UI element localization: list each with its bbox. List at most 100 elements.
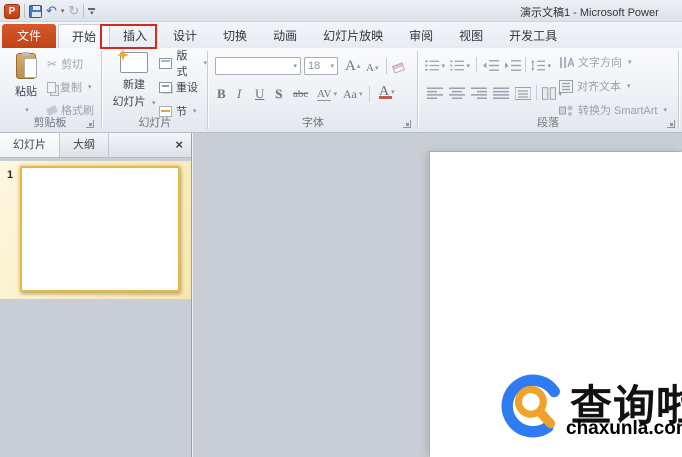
numbering-button[interactable]: ▾	[450, 56, 470, 75]
grow-font-label: A	[345, 58, 356, 75]
dialog-launcher-icon[interactable]	[403, 120, 411, 128]
decrease-indent-button[interactable]	[481, 56, 501, 75]
text-shadow-button[interactable]: S	[275, 85, 282, 103]
dialog-launcher-icon[interactable]	[667, 120, 675, 128]
align-text-button[interactable]: 对齐文本 ▾	[559, 77, 631, 95]
text-direction-button[interactable]: 文字方向 ▾	[559, 53, 632, 71]
clear-formatting-button[interactable]	[393, 59, 404, 77]
font-size-value: 18	[308, 60, 320, 72]
underline-button[interactable]: U	[255, 85, 264, 103]
distribute-text-button[interactable]	[513, 84, 533, 103]
panel-tab-outline[interactable]: 大纲	[60, 133, 109, 157]
font-group: ▾ 18 ▾ A ▴ A ▾ B I	[209, 48, 417, 132]
panel-tab-slides[interactable]: 幻灯片	[0, 133, 60, 157]
font-size-select[interactable]: 18 ▾	[304, 57, 338, 75]
align-left-icon	[427, 87, 443, 100]
chevron-down-icon: ▾	[391, 88, 395, 96]
chevron-down-icon: ▾	[25, 107, 29, 114]
align-left-button[interactable]	[425, 84, 445, 103]
cut-label: 剪切	[61, 56, 83, 72]
layout-button[interactable]: 版式 ▾	[159, 53, 207, 73]
change-case-label: Aa	[343, 87, 357, 102]
undo-icon[interactable]: ↶	[46, 4, 57, 18]
chevron-down-icon[interactable]: ▾	[330, 62, 334, 70]
panel-tabs: 幻灯片 大纲	[0, 133, 191, 158]
tab-review[interactable]: 审阅	[396, 24, 446, 48]
button-divider	[536, 85, 537, 100]
powerpoint-window: P ↶ ▾ ↻ ▾ 演示文稿1 - Microsoft Power 文件 开始 …	[0, 0, 682, 457]
slide-thumbnail-cell[interactable]: 1	[0, 161, 191, 299]
line-spacing-button[interactable]: ▾	[531, 56, 551, 75]
chevron-down-icon: ▾	[359, 90, 363, 98]
grow-font-button[interactable]: A ▴	[345, 57, 360, 75]
font-group-label: 字体	[209, 114, 417, 130]
bold-button[interactable]: B	[217, 85, 226, 103]
character-spacing-button[interactable]: AV ▾	[317, 85, 337, 103]
underline-label: U	[255, 86, 264, 102]
button-divider	[525, 57, 526, 72]
line-spacing-icon	[531, 59, 545, 72]
change-case-button[interactable]: Aa ▾	[343, 85, 363, 103]
align-right-button[interactable]	[469, 84, 489, 103]
up-arrow-icon: ▴	[357, 62, 361, 70]
save-icon[interactable]	[29, 5, 42, 18]
clipboard-group-label: 剪贴板	[0, 114, 100, 130]
font-color-button[interactable]: A ▾	[379, 83, 395, 101]
chevron-down-icon: ▾	[333, 90, 337, 98]
reset-button[interactable]: 重设	[159, 77, 198, 97]
down-arrow-icon: ▾	[375, 64, 379, 72]
tab-slideshow[interactable]: 幻灯片放映	[310, 24, 396, 48]
close-icon[interactable]: ×	[175, 137, 183, 153]
group-divider	[417, 51, 418, 129]
button-divider	[476, 57, 477, 72]
bullets-icon	[425, 59, 439, 72]
clipboard-group: 粘贴 ▾ ✂ 剪切 复制 ▾ 格式刷 剪贴板	[0, 48, 100, 132]
button-divider	[369, 86, 370, 102]
chevron-down-icon: ▾	[466, 62, 470, 70]
copy-button[interactable]: 复制 ▾	[47, 78, 92, 96]
strikethrough-label: abc	[293, 88, 308, 100]
layout-icon	[159, 58, 172, 69]
tab-design[interactable]: 设计	[160, 24, 210, 48]
paragraph-group-label: 段落	[419, 114, 677, 130]
italic-button[interactable]: I	[237, 85, 241, 103]
group-divider	[101, 51, 102, 129]
tab-view[interactable]: 视图	[446, 24, 496, 48]
tab-transitions[interactable]: 切换	[210, 24, 260, 48]
tab-developer[interactable]: 开发工具	[496, 24, 570, 48]
shrink-font-button[interactable]: A ▾	[366, 59, 378, 77]
copy-label: 复制	[60, 79, 82, 95]
powerpoint-app-icon[interactable]: P	[4, 4, 20, 19]
redo-icon: ↻	[68, 4, 79, 18]
window-title: 演示文稿1 - Microsoft Power	[520, 4, 659, 20]
font-name-select[interactable]: ▾	[215, 57, 301, 75]
strikethrough-button[interactable]: abc	[293, 85, 308, 103]
button-divider	[386, 58, 387, 74]
shrink-font-label: A	[366, 62, 374, 74]
tab-animations[interactable]: 动画	[260, 24, 310, 48]
justify-button[interactable]	[491, 84, 511, 103]
chevron-down-icon: ▾	[152, 100, 156, 107]
quick-access-toolbar: P ↶ ▾ ↻ ▾	[4, 2, 95, 20]
bold-label: B	[217, 86, 226, 102]
cut-button[interactable]: ✂ 剪切	[47, 55, 83, 73]
increase-indent-button[interactable]	[503, 56, 523, 75]
ribbon: 粘贴 ▾ ✂ 剪切 复制 ▾ 格式刷 剪贴板	[0, 48, 682, 133]
text-direction-label: 文字方向	[578, 54, 622, 70]
eraser-icon	[392, 62, 405, 73]
chevron-down-icon: ▾	[628, 58, 632, 66]
slide-thumbnail[interactable]	[20, 166, 180, 292]
group-divider	[678, 51, 679, 129]
toolbar-separator	[24, 4, 25, 18]
char-spacing-label: AV	[317, 88, 331, 101]
align-center-button[interactable]	[447, 84, 467, 103]
new-slide-label-2: 幻灯片	[113, 96, 146, 108]
chevron-down-icon[interactable]: ▾	[293, 62, 297, 70]
customize-toolbar-icon[interactable]: ▾	[88, 6, 95, 16]
bullets-button[interactable]: ▾	[425, 56, 445, 75]
columns-icon	[542, 87, 556, 100]
dialog-launcher-icon[interactable]	[86, 120, 94, 128]
undo-dropdown-icon[interactable]: ▾	[61, 7, 65, 15]
align-text-label: 对齐文本	[577, 78, 621, 94]
tab-file[interactable]: 文件	[2, 24, 56, 48]
